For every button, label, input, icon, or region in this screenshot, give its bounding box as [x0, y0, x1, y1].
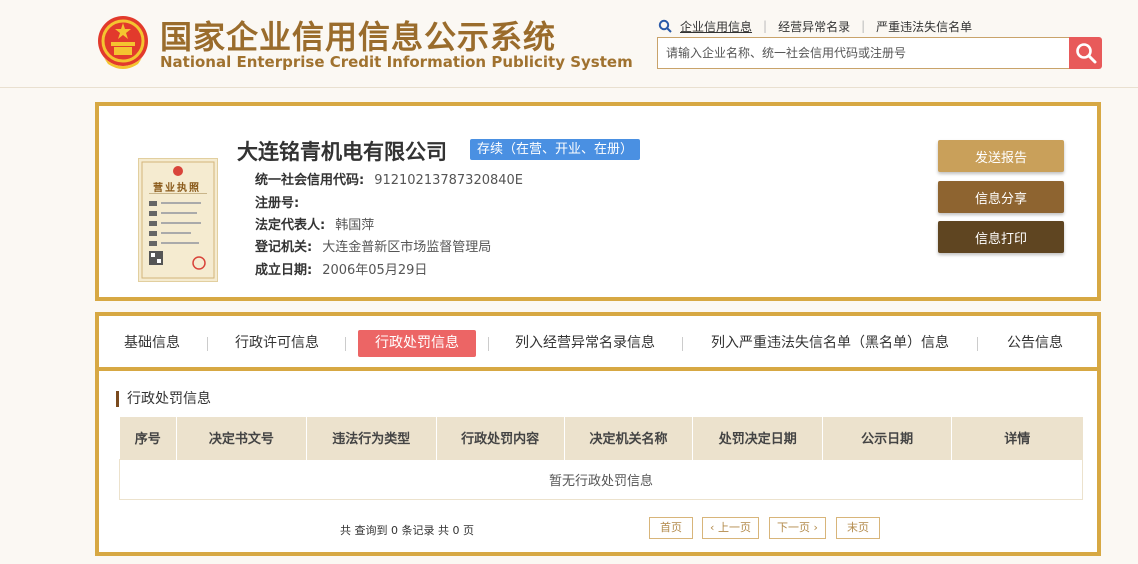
section-title: 行政处罚信息 [116, 391, 211, 407]
search-input[interactable] [657, 37, 1070, 69]
search-icon [658, 19, 672, 33]
column-header: 处罚决定日期 [692, 417, 824, 459]
info-label: 法定代表人: [255, 218, 326, 233]
tabs-divider [99, 367, 1097, 371]
nav-blacklist[interactable]: 严重违法失信名单 [876, 18, 972, 35]
column-header: 详情 [951, 417, 1083, 459]
tab-admin-license[interactable]: 行政许可信息 [231, 330, 323, 357]
print-info-button[interactable]: 信息打印 [938, 221, 1064, 253]
table-header-row: 序号 决定书文号 违法行为类型 行政处罚内容 决定机关名称 处罚决定日期 公示日… [119, 417, 1083, 459]
info-tabs-panel: 基础信息 行政许可信息 行政处罚信息 列入经营异常名录信息 列入严重违法失信名单… [95, 312, 1101, 556]
table-row: 暂无行政处罚信息 [119, 458, 1083, 500]
nav-separator: | [861, 19, 866, 33]
tab-separator [682, 337, 683, 351]
record-count: 共 查询到 0 条记录 共 0 页 [340, 524, 474, 537]
info-establish-date: 成立日期: 2006年05月29日 [255, 259, 427, 278]
pager-next-button[interactable]: 下一页 › [769, 517, 826, 539]
column-header: 违法行为类型 [306, 417, 437, 459]
top-nav: 企业信用信息 | 经营异常名录 | 严重违法失信名单 [658, 17, 972, 35]
info-value: 91210213787320840E [374, 173, 524, 188]
company-card: 营业执照 大连铭青机电有限公司 存续（在营、开业、在册） 统一社会信用代码: 91… [95, 102, 1101, 301]
search-bar [657, 37, 1102, 69]
nav-enterprise-credit[interactable]: 企业信用信息 [680, 18, 752, 35]
chevron-right-icon: › [810, 521, 818, 534]
share-info-button[interactable]: 信息分享 [938, 181, 1064, 213]
pager-next-label: 下一页 [777, 521, 811, 534]
tab-separator [345, 337, 346, 351]
tab-basic-info[interactable]: 基础信息 [121, 330, 183, 357]
license-emblem-icon [141, 161, 215, 279]
pager-prev-button[interactable]: ‹ 上一页 [702, 517, 759, 539]
column-header: 决定书文号 [176, 417, 307, 459]
tab-admin-penalty[interactable]: 行政处罚信息 [358, 330, 476, 357]
info-value: 2006年05月29日 [322, 263, 428, 278]
info-registration-authority: 登记机关: 大连金普新区市场监督管理局 [255, 236, 491, 255]
info-credit-code: 统一社会信用代码: 91210213787320840E [255, 169, 523, 188]
license-label: 营业执照 [153, 183, 201, 194]
site-subtitle: National Enterprise Credit Information P… [160, 53, 633, 71]
info-registration-number: 注册号: [255, 192, 309, 211]
info-label: 成立日期: [255, 263, 313, 278]
search-icon [1075, 43, 1096, 64]
nav-separator: | [763, 19, 768, 33]
column-header: 序号 [119, 417, 177, 459]
send-report-button[interactable]: 发送报告 [938, 140, 1064, 172]
pager-last-button[interactable]: 末页 [836, 517, 880, 539]
national-emblem-icon [98, 16, 148, 69]
chevron-left-icon: ‹ [710, 521, 718, 534]
status-badge: 存续（在营、开业、在册） [470, 139, 641, 160]
column-header: 行政处罚内容 [436, 417, 565, 459]
pager-prev-label: 上一页 [717, 521, 751, 534]
site-title: 国家企业信用信息公示系统 [160, 18, 557, 56]
tab-separator [207, 337, 208, 351]
site-header: 国家企业信用信息公示系统 National Enterprise Credit … [0, 0, 1138, 88]
info-value: 韩国萍 [335, 218, 375, 233]
info-legal-representative: 法定代表人: 韩国萍 [255, 214, 374, 233]
tab-separator [488, 337, 489, 351]
tab-abnormal-list[interactable]: 列入经营异常名录信息 [510, 330, 660, 357]
nav-abnormal-list[interactable]: 经营异常名录 [778, 18, 850, 35]
search-button[interactable] [1069, 37, 1102, 69]
info-label: 登记机关: [255, 240, 313, 255]
tab-separator [977, 337, 978, 351]
column-header: 决定机关名称 [564, 417, 694, 459]
tab-announcement[interactable]: 公告信息 [1004, 330, 1066, 357]
company-name: 大连铭青机电有限公司 [237, 140, 447, 164]
column-header: 公示日期 [822, 417, 953, 459]
penalty-table: 序号 决定书文号 违法行为类型 行政处罚内容 决定机关名称 处罚决定日期 公示日… [119, 417, 1083, 500]
info-label: 统一社会信用代码: [255, 173, 365, 188]
empty-message: 暂无行政处罚信息 [119, 458, 1083, 500]
pager-first-button[interactable]: 首页 [649, 517, 693, 539]
tab-blacklist[interactable]: 列入严重违法失信名单（黑名单）信息 [705, 330, 955, 357]
business-license-image[interactable]: 营业执照 [138, 158, 218, 282]
tabs-bar: 基础信息 行政许可信息 行政处罚信息 列入经营异常名录信息 列入严重违法失信名单… [99, 316, 1097, 368]
info-label: 注册号: [255, 196, 300, 211]
info-value: 大连金普新区市场监督管理局 [322, 240, 492, 255]
